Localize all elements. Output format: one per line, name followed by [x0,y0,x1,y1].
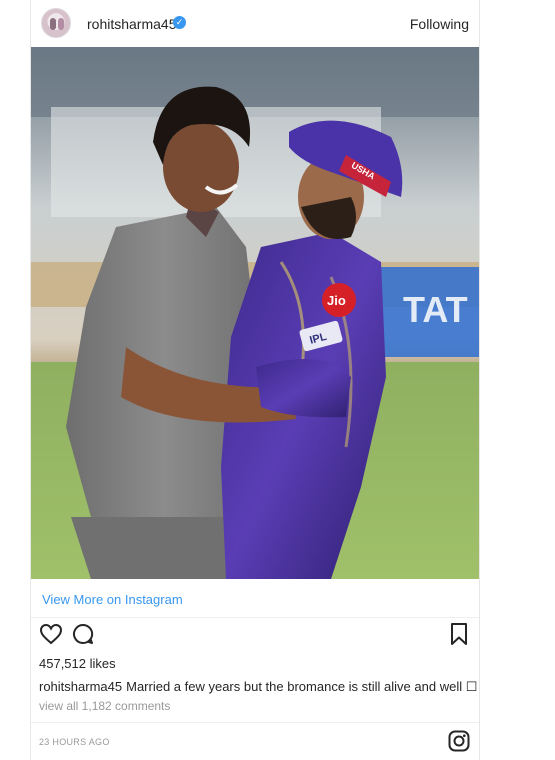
comment-icon[interactable] [71,622,95,651]
profile-avatar[interactable] [41,8,71,38]
caption-username[interactable]: rohitsharma45 [39,679,122,694]
post-username[interactable]: rohitsharma45 [87,16,177,32]
view-more-link[interactable]: View More on Instagram [42,592,183,607]
bookmark-icon[interactable] [448,622,470,651]
instagram-embed-card: rohitsharma45 ✓ Following TAT Jio IPL US… [30,0,480,760]
verified-badge-icon: ✓ [173,16,186,29]
post-photo[interactable]: TAT Jio IPL USHA [31,47,479,579]
divider [31,722,479,723]
divider [31,617,479,618]
board-text: TAT [403,289,468,330]
jersey-sponsor-text: Jio [327,293,346,308]
caption-text: Married a few years but the bromance is … [126,679,478,694]
post-timestamp: 23 HOURS AGO [39,737,110,747]
post-header: rohitsharma45 ✓ Following [31,0,479,47]
following-button[interactable]: Following [410,16,469,32]
heart-icon[interactable] [39,622,63,651]
post-caption: rohitsharma45 Married a few years but the… [39,679,477,695]
likes-count[interactable]: 457,512 likes [39,656,116,671]
view-all-comments-link[interactable]: view all 1,182 comments [39,699,170,713]
post-actions [31,622,479,650]
instagram-logo-icon[interactable] [448,730,470,757]
